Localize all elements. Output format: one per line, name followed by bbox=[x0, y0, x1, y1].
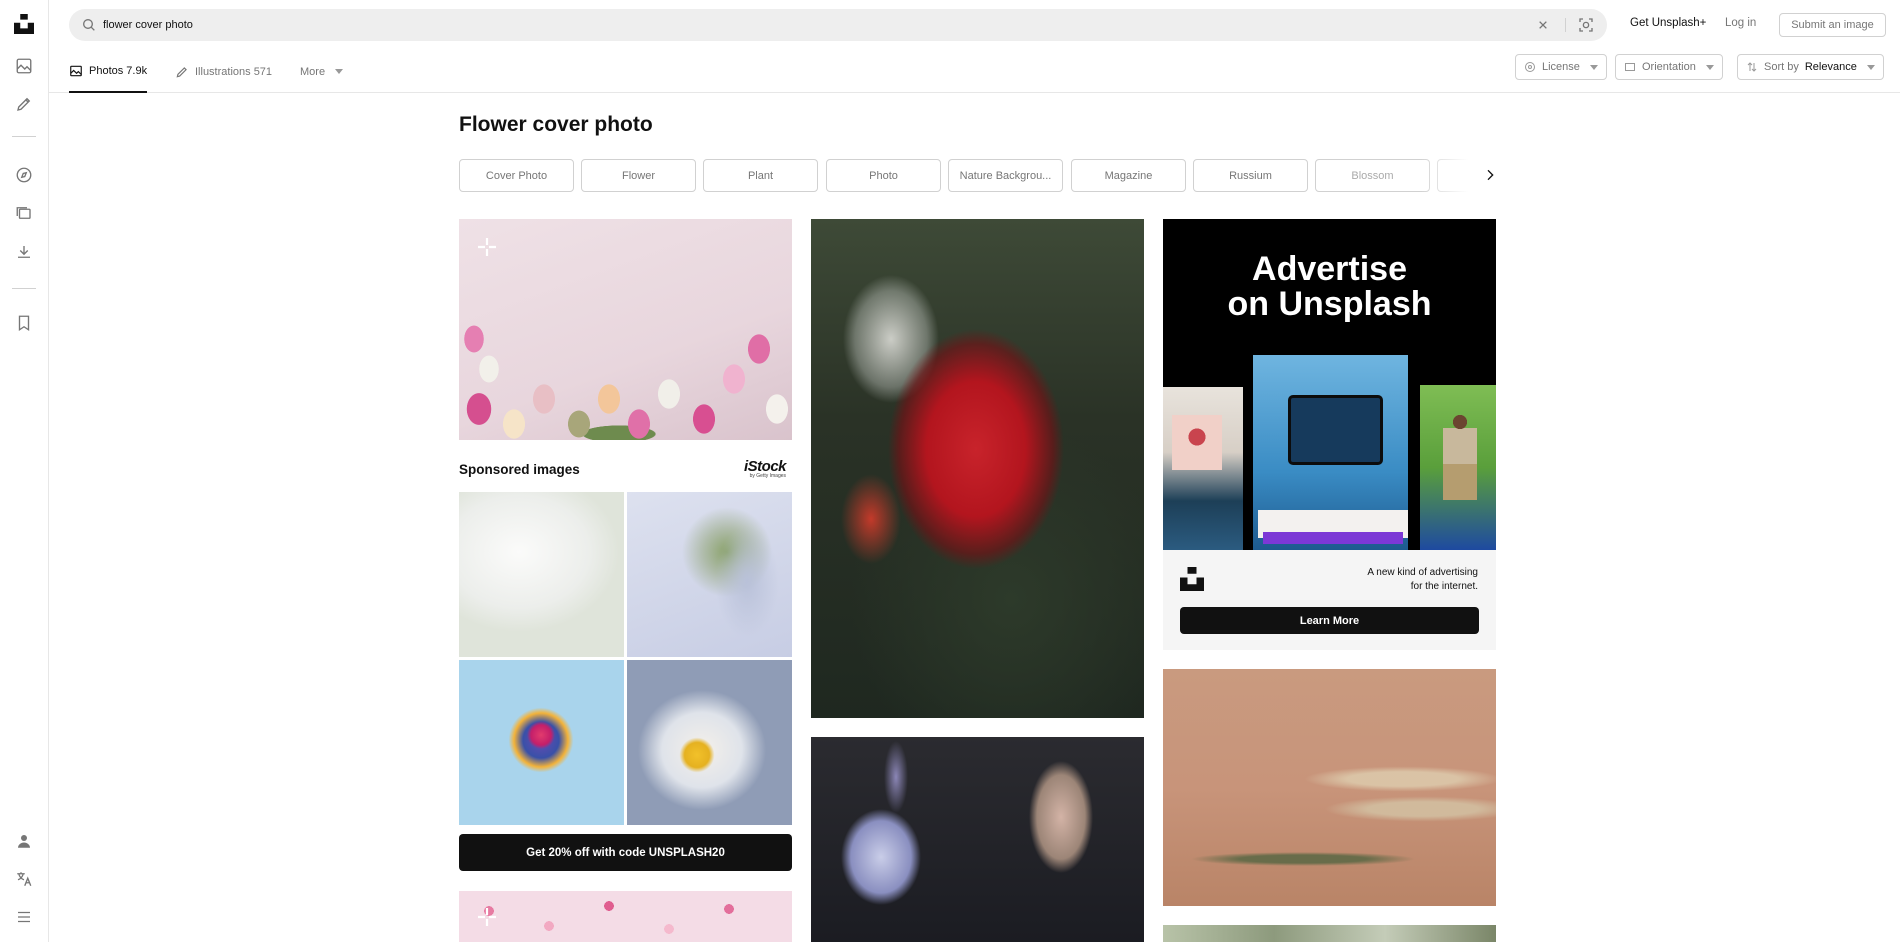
chevron-down-icon bbox=[335, 69, 344, 74]
search-bar[interactable] bbox=[69, 9, 1607, 41]
tab-label: Illustrations 571 bbox=[195, 65, 273, 78]
sort-value: Relevance bbox=[1804, 61, 1857, 73]
photo-bottlebrush-flower[interactable] bbox=[811, 219, 1144, 718]
user-icon[interactable] bbox=[12, 829, 36, 853]
license-label: License bbox=[1542, 61, 1580, 73]
rail-divider bbox=[12, 136, 36, 137]
sort-icon bbox=[1747, 62, 1757, 72]
search-input[interactable] bbox=[103, 9, 1403, 41]
unsplash-logo-icon[interactable] bbox=[12, 12, 36, 36]
ad-title: Advertise on Unsplash bbox=[1163, 252, 1496, 322]
ad-collage-tile bbox=[1172, 415, 1222, 470]
related-chip[interactable]: Photo bbox=[826, 159, 941, 192]
bookmark-icon[interactable] bbox=[12, 311, 36, 335]
promo-code-button[interactable]: Get 20% off with code UNSPLASH20 bbox=[459, 834, 792, 871]
photo-green-leaves[interactable] bbox=[1163, 925, 1496, 942]
related-chip[interactable]: Magazine bbox=[1071, 159, 1186, 192]
get-unsplash-plus-link[interactable]: Get Unsplash+ bbox=[1630, 17, 1706, 29]
clear-search-icon[interactable] bbox=[1535, 17, 1551, 33]
orientation-filter[interactable]: Orientation bbox=[1615, 54, 1723, 80]
left-rail bbox=[0, 0, 49, 942]
sponsored-label: Sponsored images bbox=[459, 462, 580, 477]
photo-icon bbox=[69, 64, 83, 78]
related-chip[interactable]: Russium bbox=[1193, 159, 1308, 192]
sponsored-image[interactable] bbox=[459, 660, 624, 825]
tab-photos[interactable]: Photos 7.9k bbox=[69, 50, 148, 93]
rail-divider bbox=[12, 288, 36, 289]
page-title: Flower cover photo bbox=[459, 113, 653, 136]
ad-tagline: A new kind of advertising for the intern… bbox=[1320, 566, 1478, 594]
chevron-down-icon bbox=[1589, 64, 1598, 70]
related-chip[interactable]: Cover Photo bbox=[459, 159, 574, 192]
sort-filter[interactable]: Sort by Relevance bbox=[1737, 54, 1884, 80]
translate-icon[interactable] bbox=[12, 867, 36, 891]
sort-prefix: Sort by bbox=[1764, 61, 1799, 73]
pen-icon bbox=[175, 65, 189, 79]
orientation-label: Orientation bbox=[1642, 61, 1696, 73]
tab-label: More bbox=[300, 65, 326, 78]
related-chip[interactable]: Flower bbox=[581, 159, 696, 192]
tab-illustrations[interactable]: Illustrations 571 bbox=[175, 50, 272, 93]
search-icon[interactable] bbox=[81, 17, 97, 33]
download-icon[interactable] bbox=[12, 240, 36, 264]
ad-title-line: on Unsplash bbox=[1227, 285, 1432, 323]
login-link[interactable]: Log in bbox=[1725, 17, 1756, 29]
unsplash-plus-icon bbox=[475, 235, 499, 259]
search-divider bbox=[1565, 18, 1566, 32]
istock-sub: by Getty Images bbox=[749, 473, 787, 479]
tab-more[interactable]: More bbox=[300, 50, 344, 93]
orientation-icon bbox=[1625, 63, 1635, 71]
ad-collage bbox=[1163, 355, 1496, 550]
istock-logo[interactable]: iStock by Getty Images bbox=[744, 458, 787, 479]
chevron-down-icon bbox=[1866, 64, 1875, 70]
sponsored-image[interactable] bbox=[627, 492, 792, 657]
ad-collage-tile bbox=[1288, 395, 1383, 465]
photo-wheat-stalks[interactable] bbox=[1163, 669, 1496, 906]
image-icon[interactable] bbox=[12, 54, 36, 78]
collections-icon[interactable] bbox=[12, 201, 36, 225]
sponsored-image[interactable] bbox=[459, 492, 624, 657]
pen-icon[interactable] bbox=[12, 92, 36, 116]
unsplash-plus-icon bbox=[475, 905, 499, 929]
unsplash-logo-icon bbox=[1180, 566, 1204, 592]
menu-icon[interactable] bbox=[12, 905, 36, 929]
related-chip[interactable]: Plant bbox=[703, 159, 818, 192]
photo-tulips[interactable] bbox=[459, 219, 792, 440]
license-icon bbox=[1525, 62, 1535, 72]
ad-footer bbox=[1163, 550, 1496, 650]
ad-tagline-line: for the internet. bbox=[1410, 581, 1478, 592]
chevron-down-icon bbox=[1705, 64, 1714, 70]
visual-search-icon[interactable] bbox=[1577, 16, 1595, 34]
sponsored-image[interactable] bbox=[627, 660, 792, 825]
learn-more-button[interactable]: Learn More bbox=[1180, 607, 1479, 634]
tab-label: Photos 7.9k bbox=[89, 64, 148, 77]
top-bar: Get Unsplash+ Log in bbox=[49, 0, 1900, 50]
compass-icon[interactable] bbox=[12, 163, 36, 187]
related-searches: Cover Photo Flower Plant Photo Nature Ba… bbox=[459, 159, 1497, 192]
photo-pink-flatlay[interactable] bbox=[459, 891, 792, 942]
chevron-right-icon[interactable] bbox=[1482, 167, 1498, 183]
ad-tagline-line: A new kind of advertising bbox=[1367, 567, 1478, 578]
submit-image-button[interactable]: Submit an image bbox=[1779, 13, 1886, 37]
related-chip[interactable]: Nature Backgrou... bbox=[948, 159, 1063, 192]
ad-title-line: Advertise bbox=[1252, 250, 1407, 288]
license-filter[interactable]: License bbox=[1515, 54, 1607, 80]
ad-collage-tile bbox=[1443, 410, 1477, 500]
photo-lavender-hand[interactable] bbox=[811, 737, 1144, 942]
related-chip[interactable]: Blossom bbox=[1315, 159, 1430, 192]
ad-collage-tile bbox=[1263, 532, 1403, 544]
